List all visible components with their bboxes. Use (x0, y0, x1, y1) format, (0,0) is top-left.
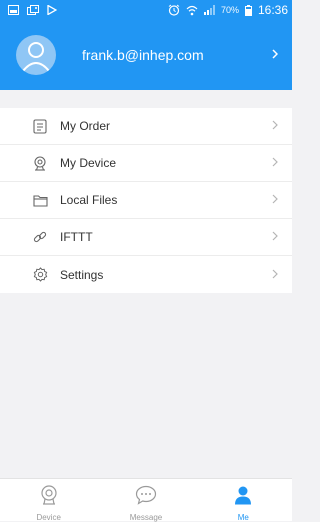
menu-item-label: Local Files (60, 193, 118, 207)
user-email: frank.b@inhep.com (82, 47, 204, 63)
tab-message[interactable]: Message (97, 479, 194, 522)
battery-icon (244, 4, 252, 16)
menu-item-label: IFTTT (60, 230, 93, 244)
chevron-right-icon (272, 117, 278, 135)
menu-item-label: My Order (60, 119, 111, 133)
person-silhouette-icon (22, 42, 50, 72)
wifi-icon (186, 5, 198, 16)
camera-icon (40, 485, 58, 510)
menu-item-local-files[interactable]: Local Files (0, 182, 292, 219)
order-icon (32, 118, 48, 134)
chevron-right-icon (272, 154, 278, 172)
play-store-notification-icon (47, 5, 57, 15)
gear-icon (32, 267, 48, 283)
clock: 16:36 (257, 3, 288, 17)
alarm-icon (168, 4, 180, 16)
chevron-right-icon (272, 191, 278, 209)
menu-item-label: My Device (60, 156, 117, 170)
person-icon (233, 485, 253, 510)
battery-percent: 70% (220, 5, 239, 15)
menu-item-label: Settings (60, 267, 104, 282)
menu-item-settings[interactable]: Settings (0, 256, 292, 293)
menu-item-my-device[interactable]: My Device (0, 145, 292, 182)
chat-bubble-icon (135, 485, 157, 510)
tab-me[interactable]: Me (195, 479, 292, 522)
chevron-right-icon (272, 266, 278, 284)
menu-item-my-order[interactable]: My Order (0, 108, 292, 145)
profile-header[interactable]: frank.b@inhep.com (0, 20, 292, 90)
status-notifications (8, 5, 57, 15)
image-notification-icon (8, 5, 19, 15)
camera-icon (32, 155, 48, 171)
avatar[interactable] (16, 35, 56, 75)
signal-icon (203, 5, 215, 15)
status-system: 70% 16:36 (168, 3, 288, 17)
menu-item-ifttt[interactable]: IFTTT (0, 219, 292, 256)
link-icon (32, 229, 48, 245)
tab-device[interactable]: Device (0, 479, 97, 522)
status-bar: 70% 16:36 (0, 0, 292, 20)
bottom-tab-bar: Device Message Me (0, 478, 292, 522)
gallery-notification-icon (27, 5, 39, 15)
folder-icon (32, 192, 48, 208)
chevron-right-icon (272, 46, 279, 64)
menu-list: My Order My Device Local Files IFTTT Set… (0, 108, 292, 293)
chevron-right-icon (272, 228, 278, 246)
